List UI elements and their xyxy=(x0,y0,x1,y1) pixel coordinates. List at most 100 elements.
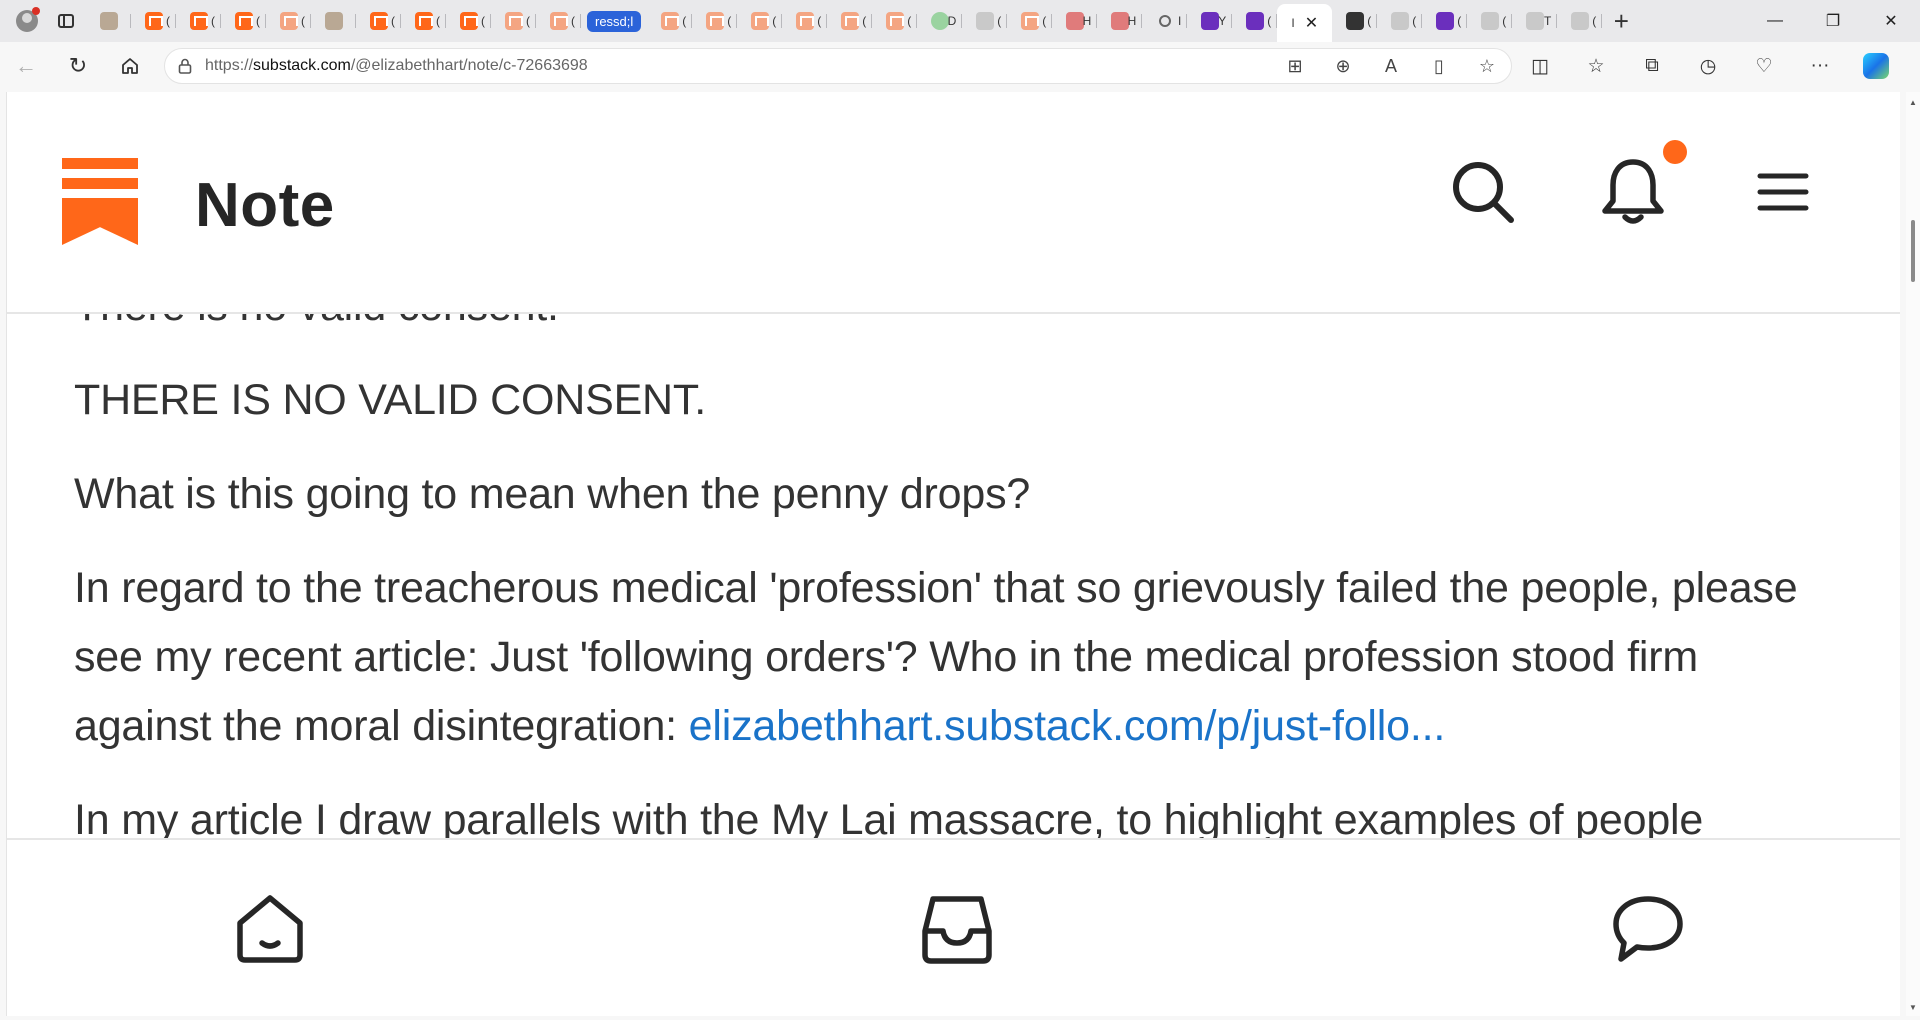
browser-tab[interactable]: D xyxy=(917,6,963,36)
browser-tab[interactable]: ( xyxy=(872,6,918,36)
yahoo-favicon-icon xyxy=(1200,12,1219,30)
browser-tab[interactable]: ( xyxy=(1557,6,1603,36)
browser-tab[interactable]: ( xyxy=(356,6,401,36)
browser-tab[interactable]: ( xyxy=(1332,6,1378,36)
substack-favicon-icon xyxy=(189,12,208,30)
article-link[interactable]: elizabethhart.substack.com/p/just-follo.… xyxy=(689,702,1446,750)
browser-tab[interactable]: ( xyxy=(491,6,536,36)
substack-favicon-icon xyxy=(549,12,568,30)
tab-actions-button[interactable] xyxy=(46,2,86,40)
split-screen-icon[interactable]: ◫ xyxy=(1512,46,1568,86)
browser-tab[interactable]: ( xyxy=(401,6,446,36)
home-nav-button[interactable] xyxy=(225,884,315,974)
browser-tab[interactable]: ( xyxy=(827,6,873,36)
browser-tab[interactable]: ( xyxy=(176,6,221,36)
hamburger-menu-icon xyxy=(1757,173,1809,211)
home-icon xyxy=(237,895,303,963)
tab-group-after: ((((((D ((H H I Y ( xyxy=(647,6,1278,36)
profile-avatar[interactable] xyxy=(8,2,46,40)
refresh-button[interactable]: ↻ xyxy=(52,46,104,86)
browser-tab[interactable]: T xyxy=(1512,6,1558,36)
browser-tab[interactable]: H xyxy=(1052,6,1098,36)
tab-title-fragment: ( xyxy=(997,14,1002,28)
favorite-star-icon[interactable]: ☆ xyxy=(1463,56,1511,77)
search-button[interactable] xyxy=(1447,156,1519,228)
scroll-down-icon[interactable]: ▼ xyxy=(1909,1003,1917,1012)
yahoo-favicon-icon xyxy=(1435,12,1454,30)
notifications-button[interactable] xyxy=(1597,156,1669,228)
logo-bar-top xyxy=(62,158,138,169)
minimize-button[interactable]: — xyxy=(1746,0,1804,42)
back-button[interactable]: ← xyxy=(0,46,52,86)
arrow-left-icon: ← xyxy=(15,53,37,78)
inbox-nav-button[interactable] xyxy=(912,884,1002,974)
tab-group-trailing: ((((T ( xyxy=(1332,6,1603,36)
read-aloud-icon[interactable]: A xyxy=(1367,56,1415,77)
tab-active[interactable]: I ✕ xyxy=(1277,4,1333,42)
scrollbar-thumb[interactable] xyxy=(1911,220,1915,282)
logo-bookmark xyxy=(62,198,138,245)
close-icon: ✕ xyxy=(1884,13,1898,30)
restore-button[interactable]: ❐ xyxy=(1804,0,1862,42)
note-paragraph: In regard to the treacherous medical 'pr… xyxy=(74,554,1814,761)
new-tab-button[interactable]: + xyxy=(1602,2,1640,40)
browser-tab[interactable]: Y xyxy=(1187,6,1233,36)
browser-tab[interactable]: ( xyxy=(1007,6,1053,36)
lock-icon[interactable] xyxy=(165,58,205,74)
browser-tab[interactable]: ( xyxy=(1377,6,1423,36)
immersive-reader-icon[interactable]: ▯ xyxy=(1415,56,1463,77)
browser-tab[interactable]: ( xyxy=(782,6,828,36)
zoom-icon[interactable]: ⊕ xyxy=(1319,56,1367,77)
plus-icon: + xyxy=(1613,5,1629,36)
note-paragraph: THERE IS NO VALID CONSENT. xyxy=(74,376,706,424)
url-text[interactable]: https://substack.com/@elizabethhart/note… xyxy=(205,57,1271,75)
url-prefix: https:// xyxy=(205,57,254,74)
browser-tab[interactable]: ( xyxy=(221,6,266,36)
collections-icon[interactable]: ⧉ xyxy=(1624,46,1680,86)
substack-favicon-icon xyxy=(234,12,253,30)
home-button[interactable] xyxy=(104,46,156,86)
more-options-icon[interactable]: ··· xyxy=(1792,46,1848,86)
tab-group-before: ((((((((( xyxy=(86,6,581,36)
substack-favicon-icon xyxy=(840,12,859,30)
browser-tab[interactable]: ( xyxy=(1422,6,1468,36)
substack-favicon-icon xyxy=(795,12,814,30)
history-icon[interactable]: ◷ xyxy=(1680,46,1736,86)
browser-tab[interactable]: ( xyxy=(131,6,176,36)
tab-title-fragment: ( xyxy=(211,14,215,28)
browser-tab-strip: ((((((((( ressd;l ((((((D((H H I Y( I ✕ (((… xyxy=(0,0,1920,42)
bottom-navigation xyxy=(7,838,1900,1016)
menu-button[interactable] xyxy=(1747,156,1819,228)
favorites-icon[interactable]: ☆ xyxy=(1568,46,1624,86)
close-window-button[interactable]: ✕ xyxy=(1862,0,1920,42)
browser-tab[interactable] xyxy=(86,6,131,36)
browser-tab[interactable]: ( xyxy=(737,6,783,36)
gp-favicon-icon xyxy=(1525,12,1544,30)
browser-tab[interactable]: ( xyxy=(962,6,1008,36)
copilot-button[interactable] xyxy=(1848,46,1904,86)
tab-group-label[interactable]: ressd;l xyxy=(587,10,642,32)
browser-tab[interactable]: I xyxy=(1142,6,1188,36)
substack-logo-icon[interactable] xyxy=(62,158,138,245)
browser-tab[interactable]: ( xyxy=(1467,6,1513,36)
browser-tab[interactable]: ( xyxy=(647,6,693,36)
browser-essentials-icon[interactable]: ♡ xyxy=(1736,46,1792,86)
tab-actions-icon xyxy=(58,14,74,28)
tab-title-fragment: ( xyxy=(772,14,777,28)
browser-tab[interactable]: ( xyxy=(266,6,311,36)
browser-tab[interactable] xyxy=(311,6,356,36)
close-tab-icon[interactable]: ✕ xyxy=(1305,13,1318,33)
browser-tab[interactable]: H xyxy=(1097,6,1143,36)
scroll-up-icon[interactable]: ▲ xyxy=(1909,98,1917,107)
browser-tab[interactable]: ( xyxy=(536,6,581,36)
apps-icon[interactable]: ⊞ xyxy=(1271,56,1319,77)
chat-nav-button[interactable] xyxy=(1603,884,1693,974)
browser-tab[interactable]: ( xyxy=(1232,6,1278,36)
active-tab-mark: I xyxy=(1291,16,1295,30)
browser-tab[interactable]: ( xyxy=(692,6,738,36)
browser-tab[interactable]: ( xyxy=(446,6,491,36)
vertical-scrollbar[interactable]: ▲ ▼ xyxy=(1906,92,1920,1016)
podcast-favicon-icon xyxy=(1065,12,1084,30)
address-bar[interactable]: https://substack.com/@elizabethhart/note… xyxy=(164,48,1512,84)
tab-title-fragment: ( xyxy=(1592,14,1597,28)
